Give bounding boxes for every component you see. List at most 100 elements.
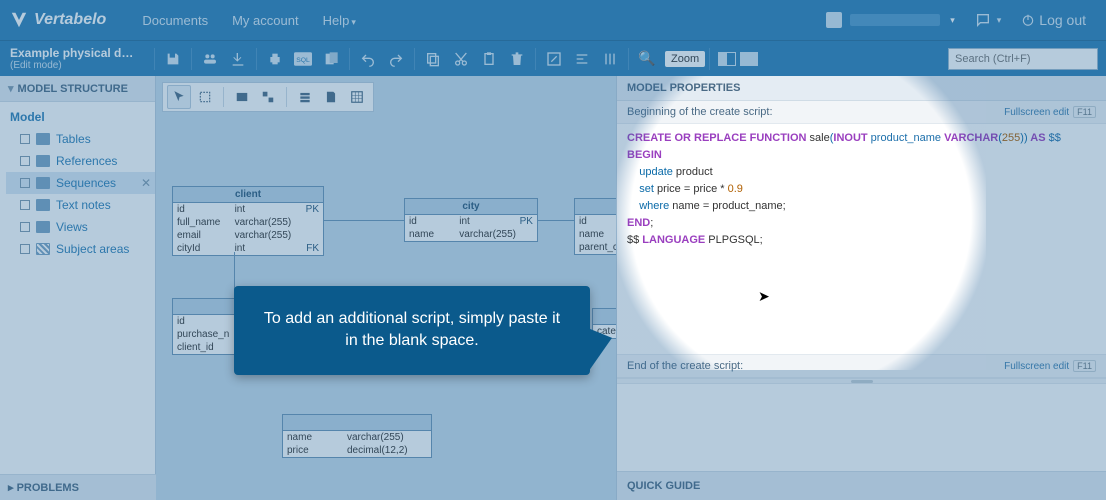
pointer-icon bbox=[172, 90, 186, 104]
note-icon bbox=[36, 199, 50, 211]
chat-button[interactable]: ▾ bbox=[965, 12, 1012, 28]
clipboard-icon bbox=[481, 51, 497, 67]
panel-resize-handle[interactable] bbox=[617, 378, 1106, 384]
paste-button[interactable] bbox=[475, 45, 503, 73]
add-view-tool[interactable] bbox=[293, 85, 317, 109]
distribute-button[interactable] bbox=[596, 45, 624, 73]
tree-item-views[interactable]: Views bbox=[6, 216, 155, 238]
marquee-tool[interactable] bbox=[193, 85, 217, 109]
copy-icon bbox=[425, 51, 441, 67]
undo-button[interactable] bbox=[354, 45, 382, 73]
chat-icon bbox=[975, 12, 991, 28]
add-note-tool[interactable] bbox=[319, 85, 343, 109]
redo-button[interactable] bbox=[382, 45, 410, 73]
tree-item-references[interactable]: References bbox=[6, 150, 155, 172]
fullscreen-edit-link[interactable]: Fullscreen edit bbox=[1004, 361, 1069, 372]
sql-button[interactable]: SQL bbox=[289, 45, 317, 73]
note-icon bbox=[324, 90, 338, 104]
er-table-product[interactable]: namevarchar(255) pricedecimal(12,2) bbox=[282, 414, 432, 458]
zoom-label[interactable]: Zoom bbox=[665, 51, 705, 67]
download-button[interactable] bbox=[224, 45, 252, 73]
toolbar: Example physical da… (Edit mode) SQL 🔍 Z… bbox=[0, 40, 1106, 76]
fit-button[interactable] bbox=[540, 45, 568, 73]
callout-text: To add an additional script, simply past… bbox=[264, 310, 560, 349]
magnifier-icon: 🔍 bbox=[638, 50, 655, 67]
add-table-tool[interactable] bbox=[230, 85, 254, 109]
power-icon bbox=[1021, 13, 1035, 27]
model-title: Example physical da… bbox=[10, 46, 140, 60]
sequence-icon bbox=[36, 177, 50, 189]
export-icon bbox=[323, 51, 339, 67]
cursor-icon: ➤ bbox=[758, 288, 770, 305]
save-button[interactable] bbox=[159, 45, 187, 73]
sql-icon: SQL bbox=[294, 52, 312, 66]
align-icon bbox=[574, 51, 590, 67]
model-properties-header: MODEL PROPERTIES bbox=[617, 76, 1106, 101]
model-name-block[interactable]: Example physical da… (Edit mode) bbox=[0, 46, 150, 71]
expand-icon bbox=[20, 222, 30, 232]
add-area-tool[interactable] bbox=[345, 85, 369, 109]
scissors-icon bbox=[453, 51, 469, 67]
username-redacted bbox=[850, 14, 940, 26]
redo-icon bbox=[388, 51, 404, 67]
print-button[interactable] bbox=[261, 45, 289, 73]
fit-icon bbox=[546, 51, 562, 67]
reference-icon bbox=[36, 155, 50, 167]
logo-icon bbox=[10, 11, 28, 29]
tree-item-subject-areas[interactable]: Subject areas bbox=[6, 238, 155, 260]
tree-item-text-notes[interactable]: Text notes bbox=[6, 194, 155, 216]
align-button[interactable] bbox=[568, 45, 596, 73]
tree-item-sequences[interactable]: Sequences✕ bbox=[6, 172, 155, 194]
expand-icon bbox=[20, 134, 30, 144]
close-icon[interactable]: ✕ bbox=[141, 176, 151, 190]
chevron-down-icon: ▾ bbox=[950, 15, 955, 26]
pointer-tool[interactable] bbox=[167, 85, 191, 109]
layout-split-button[interactable] bbox=[718, 52, 736, 66]
delete-button[interactable] bbox=[503, 45, 531, 73]
logout-button[interactable]: Log out bbox=[1011, 12, 1096, 28]
search-container bbox=[948, 48, 1098, 70]
expand-icon bbox=[20, 178, 30, 188]
tree-root-model[interactable]: Model bbox=[6, 106, 155, 128]
model-tree: Model Tables References Sequences✕ Text … bbox=[0, 102, 155, 264]
er-table-city[interactable]: city idintPK namevarchar(255) bbox=[404, 198, 538, 242]
er-header bbox=[283, 415, 431, 431]
nav-my-account[interactable]: My account bbox=[220, 13, 310, 28]
edit-mode-label: (Edit mode) bbox=[10, 60, 140, 71]
view-icon bbox=[36, 221, 50, 233]
create-script-editor[interactable]: CREATE OR REPLACE FUNCTION sale(INOUT pr… bbox=[617, 124, 1106, 354]
script-begin-label: Beginning of the create script: bbox=[627, 106, 773, 118]
avatar bbox=[826, 12, 842, 28]
fullscreen-edit-link[interactable]: Fullscreen edit bbox=[1004, 107, 1069, 118]
table-icon bbox=[235, 90, 249, 104]
nav-documents[interactable]: Documents bbox=[130, 13, 220, 28]
cut-button[interactable] bbox=[447, 45, 475, 73]
problems-header[interactable]: ▸ PROBLEMS bbox=[0, 474, 156, 500]
model-structure-header[interactable]: ▾MODEL STRUCTURE bbox=[0, 76, 155, 102]
zoom-dropdown[interactable]: 🔍 bbox=[633, 45, 661, 73]
tree-item-tables[interactable]: Tables bbox=[6, 128, 155, 150]
nav-help[interactable]: Help▾ bbox=[311, 13, 368, 28]
user-menu[interactable]: ▾ bbox=[816, 12, 965, 28]
download-icon bbox=[230, 51, 246, 67]
copy-button[interactable] bbox=[419, 45, 447, 73]
quick-guide-header[interactable]: QUICK GUIDE bbox=[617, 471, 1106, 500]
chevron-down-icon: ▾ bbox=[8, 83, 14, 95]
er-table-client[interactable]: client idintPK full_namevarchar(255) ema… bbox=[172, 186, 324, 256]
share-button[interactable] bbox=[196, 45, 224, 73]
er-header: city bbox=[405, 199, 537, 215]
er-connector bbox=[324, 220, 404, 221]
layout-full-button[interactable] bbox=[740, 52, 758, 66]
top-navbar: Vertabelo Documents My account Help▾ ▾ ▾… bbox=[0, 0, 1106, 40]
area-icon bbox=[36, 243, 50, 255]
app-logo[interactable]: Vertabelo bbox=[10, 11, 106, 29]
script-begin-bar: Beginning of the create script: Fullscre… bbox=[617, 101, 1106, 124]
search-input[interactable] bbox=[948, 48, 1098, 70]
export-button[interactable] bbox=[317, 45, 345, 73]
script-end-label: End of the create script: bbox=[627, 360, 743, 372]
chevron-right-icon: ▸ bbox=[8, 482, 14, 494]
add-reference-tool[interactable] bbox=[256, 85, 280, 109]
expand-icon bbox=[20, 200, 30, 210]
hatch-icon bbox=[350, 90, 364, 104]
stack-icon bbox=[298, 90, 312, 104]
